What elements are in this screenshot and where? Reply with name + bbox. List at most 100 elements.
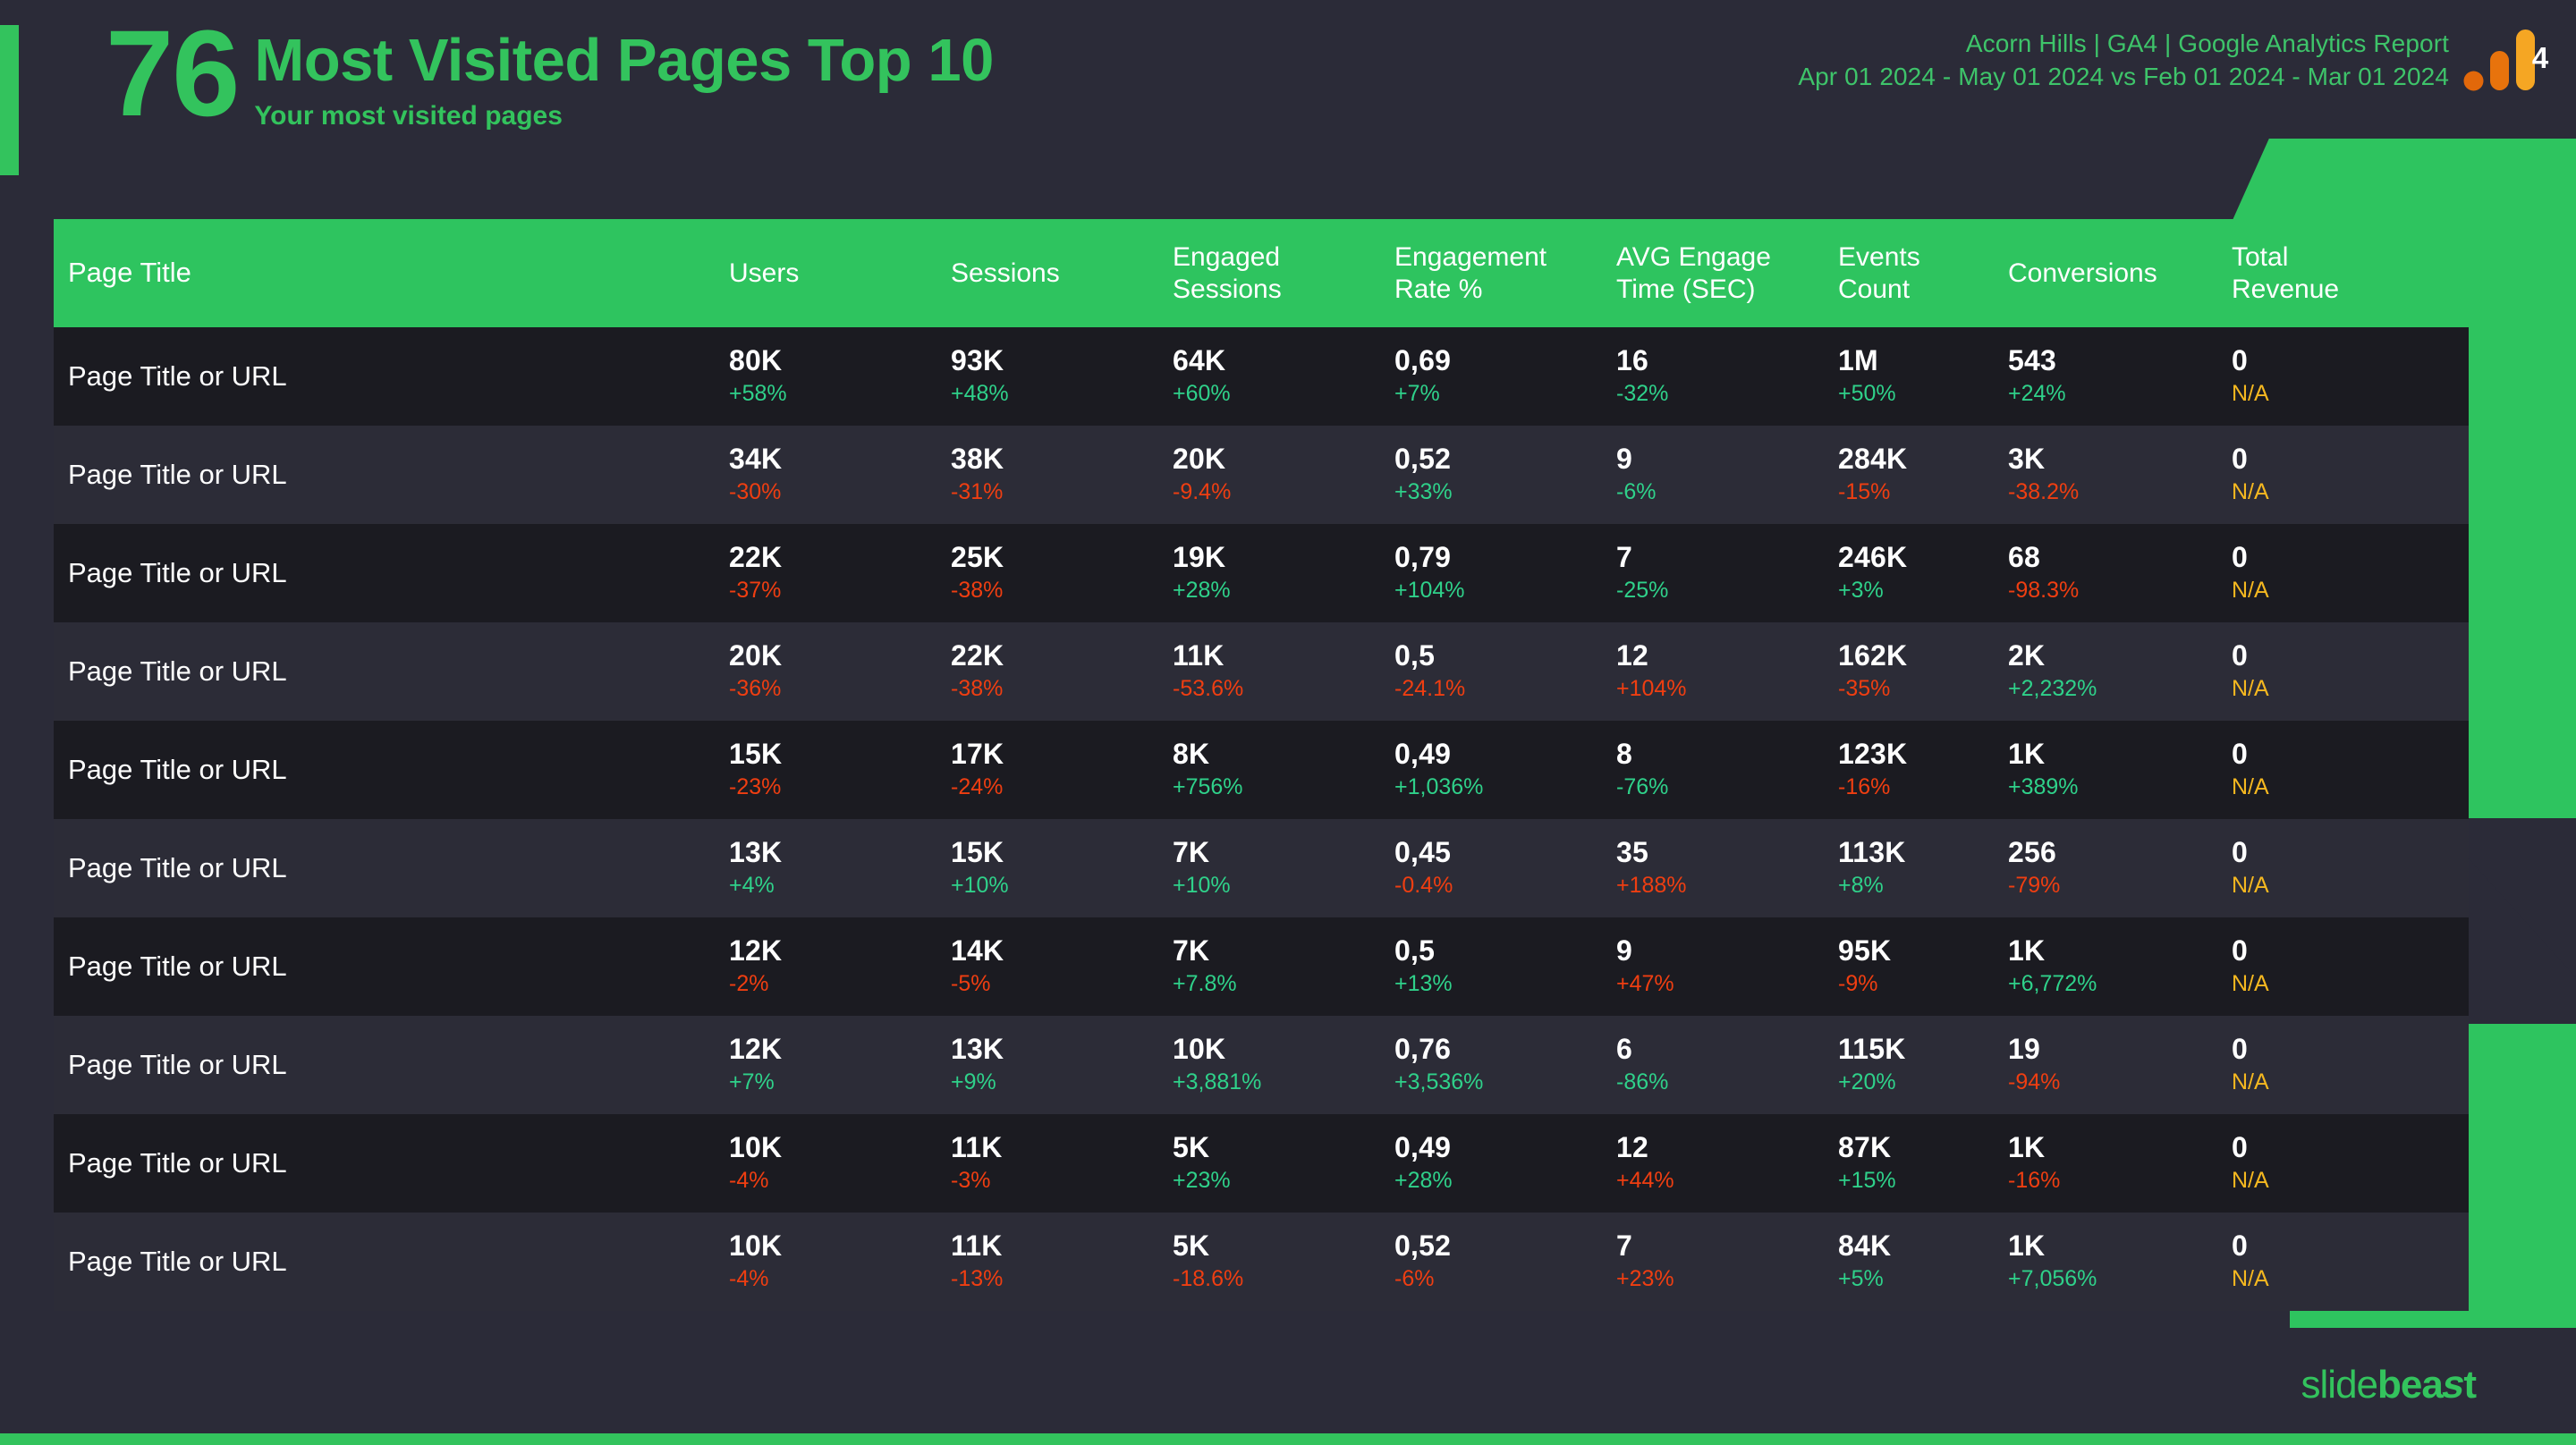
table-row[interactable]: Page Title or URL 22K -37% 25K -38% 19K +28% 0,…	[54, 524, 2469, 622]
column-header-events-count[interactable]: Events Count	[1838, 241, 2008, 305]
cell-page-title[interactable]: Page Title or URL	[54, 1049, 729, 1081]
cell-avg-engage-time[interactable]: 9 +47%	[1616, 934, 1838, 1000]
table-row[interactable]: Page Title or URL 15K -23% 17K -24% 8K +756% 0,…	[54, 721, 2469, 819]
column-header-page-title[interactable]: Page Title	[54, 257, 729, 290]
cell-avg-engage-time[interactable]: 8 -76%	[1616, 738, 1838, 803]
cell-users[interactable]: 34K -30%	[729, 443, 951, 508]
cell-events-count[interactable]: 95K -9%	[1838, 934, 2008, 1000]
cell-page-title[interactable]: Page Title or URL	[54, 557, 729, 589]
table-row[interactable]: Page Title or URL 12K -2% 14K -5% 7K +7.8% 0,5 +…	[54, 917, 2469, 1016]
cell-engaged-sessions[interactable]: 11K -53.6%	[1173, 639, 1394, 705]
cell-engagement-rate[interactable]: 0,5 -24.1%	[1394, 639, 1616, 705]
cell-sessions[interactable]: 25K -38%	[951, 541, 1173, 606]
cell-conversions[interactable]: 1K +6,772%	[2008, 934, 2232, 1000]
cell-total-revenue[interactable]: 0 N/A	[2232, 639, 2455, 705]
cell-conversions[interactable]: 1K +7,056%	[2008, 1230, 2232, 1295]
table-row[interactable]: Page Title or URL 20K -36% 22K -38% 11K -53.6%…	[54, 622, 2469, 721]
table-row[interactable]: Page Title or URL 10K -4% 11K -13% 5K -18.6% 0,…	[54, 1213, 2469, 1311]
cell-users[interactable]: 22K -37%	[729, 541, 951, 606]
cell-engaged-sessions[interactable]: 8K +756%	[1173, 738, 1394, 803]
cell-page-title[interactable]: Page Title or URL	[54, 1246, 729, 1278]
cell-sessions[interactable]: 38K -31%	[951, 443, 1173, 508]
cell-page-title[interactable]: Page Title or URL	[54, 459, 729, 491]
cell-engagement-rate[interactable]: 0,49 +28%	[1394, 1131, 1616, 1196]
cell-sessions[interactable]: 13K +9%	[951, 1033, 1173, 1098]
cell-conversions[interactable]: 543 +24%	[2008, 344, 2232, 410]
cell-engagement-rate[interactable]: 0,52 +33%	[1394, 443, 1616, 508]
cell-conversions[interactable]: 2K +2,232%	[2008, 639, 2232, 705]
cell-sessions[interactable]: 17K -24%	[951, 738, 1173, 803]
cell-conversions[interactable]: 256 -79%	[2008, 836, 2232, 901]
cell-total-revenue[interactable]: 0 N/A	[2232, 738, 2455, 803]
cell-page-title[interactable]: Page Title or URL	[54, 852, 729, 884]
cell-total-revenue[interactable]: 0 N/A	[2232, 836, 2455, 901]
column-header-total-revenue[interactable]: Total Revenue	[2232, 241, 2455, 305]
cell-sessions[interactable]: 11K -13%	[951, 1230, 1173, 1295]
cell-events-count[interactable]: 1M +50%	[1838, 344, 2008, 410]
cell-engagement-rate[interactable]: 0,79 +104%	[1394, 541, 1616, 606]
cell-page-title[interactable]: Page Title or URL	[54, 1147, 729, 1179]
cell-engaged-sessions[interactable]: 7K +7.8%	[1173, 934, 1394, 1000]
cell-avg-engage-time[interactable]: 16 -32%	[1616, 344, 1838, 410]
cell-page-title[interactable]: Page Title or URL	[54, 655, 729, 688]
cell-engagement-rate[interactable]: 0,5 +13%	[1394, 934, 1616, 1000]
cell-engaged-sessions[interactable]: 10K +3,881%	[1173, 1033, 1394, 1098]
cell-events-count[interactable]: 115K +20%	[1838, 1033, 2008, 1098]
cell-conversions[interactable]: 1K -16%	[2008, 1131, 2232, 1196]
cell-users[interactable]: 20K -36%	[729, 639, 951, 705]
cell-engaged-sessions[interactable]: 7K +10%	[1173, 836, 1394, 901]
cell-sessions[interactable]: 11K -3%	[951, 1131, 1173, 1196]
cell-engaged-sessions[interactable]: 5K +23%	[1173, 1131, 1394, 1196]
cell-events-count[interactable]: 162K -35%	[1838, 639, 2008, 705]
cell-events-count[interactable]: 87K +15%	[1838, 1131, 2008, 1196]
cell-users[interactable]: 12K -2%	[729, 934, 951, 1000]
cell-page-title[interactable]: Page Title or URL	[54, 951, 729, 983]
cell-users[interactable]: 10K -4%	[729, 1131, 951, 1196]
cell-sessions[interactable]: 22K -38%	[951, 639, 1173, 705]
cell-users[interactable]: 12K +7%	[729, 1033, 951, 1098]
cell-users[interactable]: 13K +4%	[729, 836, 951, 901]
cell-engagement-rate[interactable]: 0,76 +3,536%	[1394, 1033, 1616, 1098]
table-row[interactable]: Page Title or URL 10K -4% 11K -3% 5K +23% 0,49 +…	[54, 1114, 2469, 1213]
cell-total-revenue[interactable]: 0 N/A	[2232, 443, 2455, 508]
cell-avg-engage-time[interactable]: 35 +188%	[1616, 836, 1838, 901]
cell-events-count[interactable]: 113K +8%	[1838, 836, 2008, 901]
cell-avg-engage-time[interactable]: 7 -25%	[1616, 541, 1838, 606]
cell-engaged-sessions[interactable]: 5K -18.6%	[1173, 1230, 1394, 1295]
cell-avg-engage-time[interactable]: 9 -6%	[1616, 443, 1838, 508]
cell-events-count[interactable]: 284K -15%	[1838, 443, 2008, 508]
cell-sessions[interactable]: 93K +48%	[951, 344, 1173, 410]
cell-page-title[interactable]: Page Title or URL	[54, 754, 729, 786]
cell-events-count[interactable]: 246K +3%	[1838, 541, 2008, 606]
cell-avg-engage-time[interactable]: 7 +23%	[1616, 1230, 1838, 1295]
table-row[interactable]: Page Title or URL 80K +58% 93K +48% 64K +60% 0,…	[54, 327, 2469, 426]
cell-avg-engage-time[interactable]: 6 -86%	[1616, 1033, 1838, 1098]
cell-total-revenue[interactable]: 0 N/A	[2232, 934, 2455, 1000]
column-header-engagement-rate[interactable]: Engagement Rate %	[1394, 241, 1616, 305]
cell-sessions[interactable]: 14K -5%	[951, 934, 1173, 1000]
cell-engagement-rate[interactable]: 0,49 +1,036%	[1394, 738, 1616, 803]
cell-users[interactable]: 15K -23%	[729, 738, 951, 803]
cell-events-count[interactable]: 123K -16%	[1838, 738, 2008, 803]
column-header-avg-engage-time[interactable]: AVG Engage Time (SEC)	[1616, 241, 1838, 305]
cell-sessions[interactable]: 15K +10%	[951, 836, 1173, 901]
cell-engagement-rate[interactable]: 0,45 -0.4%	[1394, 836, 1616, 901]
cell-engaged-sessions[interactable]: 20K -9.4%	[1173, 443, 1394, 508]
cell-avg-engage-time[interactable]: 12 +104%	[1616, 639, 1838, 705]
cell-total-revenue[interactable]: 0 N/A	[2232, 1131, 2455, 1196]
table-row[interactable]: Page Title or URL 12K +7% 13K +9% 10K +3,881% 0…	[54, 1016, 2469, 1114]
cell-users[interactable]: 10K -4%	[729, 1230, 951, 1295]
cell-total-revenue[interactable]: 0 N/A	[2232, 1230, 2455, 1295]
cell-conversions[interactable]: 3K -38.2%	[2008, 443, 2232, 508]
table-row[interactable]: Page Title or URL 34K -30% 38K -31% 20K -9.4% 0…	[54, 426, 2469, 524]
cell-engagement-rate[interactable]: 0,69 +7%	[1394, 344, 1616, 410]
column-header-engaged-sessions[interactable]: Engaged Sessions	[1173, 241, 1394, 305]
cell-engaged-sessions[interactable]: 19K +28%	[1173, 541, 1394, 606]
column-header-users[interactable]: Users	[729, 258, 951, 289]
cell-avg-engage-time[interactable]: 12 +44%	[1616, 1131, 1838, 1196]
column-header-sessions[interactable]: Sessions	[951, 258, 1173, 289]
cell-engaged-sessions[interactable]: 64K +60%	[1173, 344, 1394, 410]
cell-conversions[interactable]: 68 -98.3%	[2008, 541, 2232, 606]
cell-conversions[interactable]: 19 -94%	[2008, 1033, 2232, 1098]
cell-total-revenue[interactable]: 0 N/A	[2232, 344, 2455, 410]
